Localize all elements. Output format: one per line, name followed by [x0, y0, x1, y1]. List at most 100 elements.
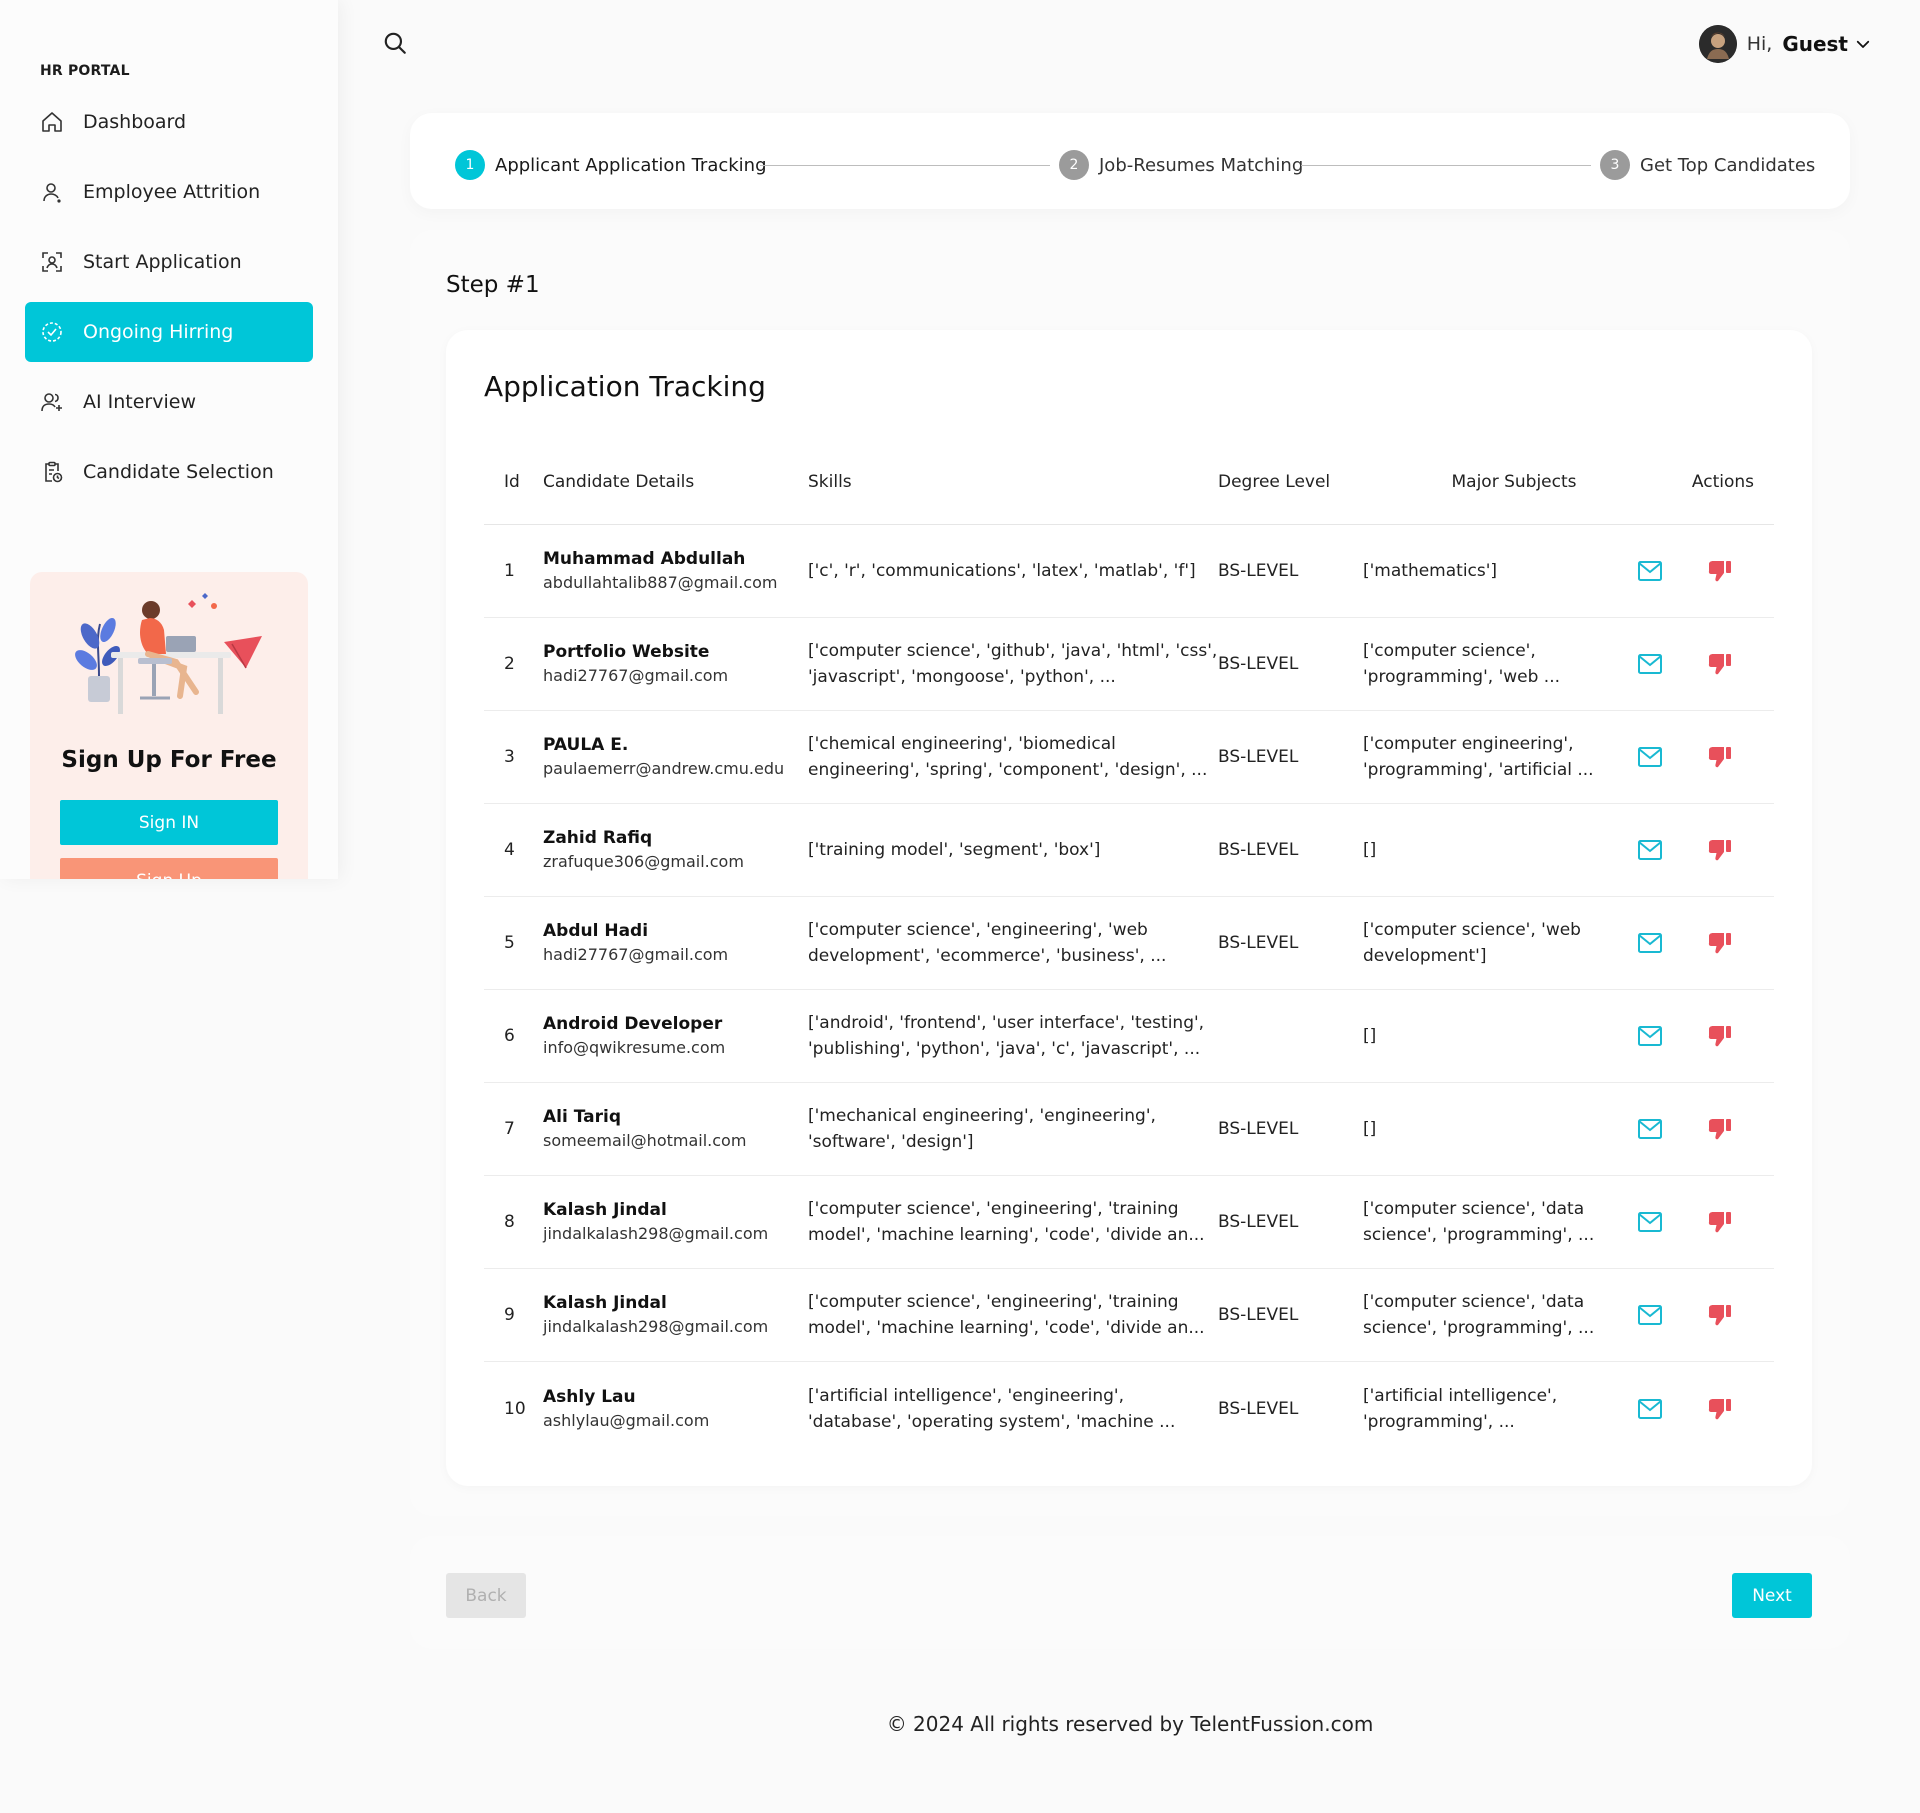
- thumbs-down-icon: [1707, 1024, 1733, 1048]
- step-connector: [760, 165, 1050, 166]
- cell-skills: ['chemical engineering', 'biomedical eng…: [808, 734, 1208, 780]
- cell-id: 2: [504, 654, 515, 674]
- cell-actions: [1625, 556, 1774, 586]
- step-number-badge: 2: [1059, 150, 1089, 180]
- thumbs-down-icon: [1707, 652, 1733, 676]
- candidate-name: Muhammad Abdullah: [543, 549, 746, 569]
- step-label: Job-Resumes Matching: [1099, 154, 1304, 176]
- cell-actions: [1625, 835, 1774, 865]
- cell-actions: [1625, 928, 1774, 958]
- mail-icon: [1637, 746, 1663, 768]
- cell-actions: [1625, 742, 1774, 772]
- reject-candidate-button[interactable]: [1705, 928, 1735, 958]
- mail-icon: [1637, 1304, 1663, 1326]
- cell-major: ['computer science', 'data science', 'pr…: [1363, 1199, 1595, 1245]
- step-2[interactable]: 2 Job-Resumes Matching: [1059, 150, 1303, 180]
- brand-label: HR PORTAL: [40, 63, 130, 79]
- candidate-email: info@qwikresume.com: [543, 1038, 726, 1057]
- promo-title: Sign Up For Free: [61, 747, 277, 773]
- cell-skills: ['artificial intelligence', 'engineering…: [808, 1385, 1176, 1432]
- search-button[interactable]: [382, 30, 410, 58]
- candidate-name: Kalash Jindal: [543, 1293, 667, 1313]
- email-candidate-button[interactable]: [1635, 1114, 1665, 1144]
- cell-actions: [1625, 1207, 1774, 1237]
- column-header-actions: Actions: [1691, 472, 1754, 492]
- mail-icon: [1637, 560, 1663, 582]
- email-candidate-button[interactable]: [1635, 1300, 1665, 1330]
- cell-candidate: Kalash Jindal jindalkalash298@gmail.com: [543, 1291, 808, 1339]
- user-menu[interactable]: Hi, Guest: [1698, 24, 1872, 64]
- reject-candidate-button[interactable]: [1705, 1394, 1735, 1424]
- cell-skills: ['mechanical engineering', 'engineering'…: [808, 1106, 1156, 1152]
- step-title: Step #1: [446, 272, 540, 298]
- chevron-down-icon: [1854, 35, 1872, 53]
- home-icon: [39, 109, 65, 135]
- email-candidate-button[interactable]: [1635, 835, 1665, 865]
- candidate-email: jindalkalash298@gmail.com: [543, 1224, 769, 1243]
- step-content-card: Step #1 Application Tracking Id Candidat…: [410, 230, 1850, 1516]
- candidate-email: someemail@hotmail.com: [543, 1131, 747, 1150]
- candidate-email: abdullahtalib887@gmail.com: [543, 573, 778, 592]
- email-candidate-button[interactable]: [1635, 742, 1665, 772]
- username: Guest: [1782, 32, 1848, 56]
- step-1[interactable]: 1 Applicant Application Tracking: [455, 150, 767, 180]
- reject-candidate-button[interactable]: [1705, 835, 1735, 865]
- sidebar-item-ongoing-hirring[interactable]: Ongoing Hirring: [25, 302, 313, 362]
- candidate-name: Ali Tariq: [543, 1107, 621, 1127]
- cell-candidate: Muhammad Abdullah abdullahtalib887@gmail.…: [543, 547, 808, 595]
- cell-degree: BS-LEVEL: [1218, 1212, 1299, 1232]
- cell-skills: ['training model', 'segment', 'box']: [808, 840, 1101, 860]
- cell-id: 5: [504, 933, 515, 953]
- cell-skills: ['computer science', 'github', 'java', '…: [808, 641, 1218, 687]
- cell-major: ['computer science', 'data science', 'pr…: [1363, 1292, 1595, 1338]
- signup-button[interactable]: Sign Up: [60, 858, 278, 879]
- cell-id: 9: [504, 1305, 515, 1325]
- reject-candidate-button[interactable]: [1705, 1207, 1735, 1237]
- back-button[interactable]: Back: [446, 1573, 526, 1618]
- reject-candidate-button[interactable]: [1705, 1114, 1735, 1144]
- thumbs-down-icon: [1707, 1397, 1733, 1421]
- email-candidate-button[interactable]: [1635, 1394, 1665, 1424]
- cell-major: []: [1363, 1026, 1377, 1046]
- signin-button[interactable]: Sign IN: [60, 800, 278, 845]
- cell-skills: ['android', 'frontend', 'user interface'…: [808, 1013, 1205, 1059]
- face-scan-icon: [39, 249, 65, 275]
- reject-candidate-button[interactable]: [1705, 742, 1735, 772]
- sidebar-item-employee-attrition[interactable]: Employee Attrition: [25, 162, 313, 222]
- next-button[interactable]: Next: [1732, 1573, 1812, 1618]
- thumbs-down-icon: [1707, 931, 1733, 955]
- table-row: 4 Zahid Rafiq zrafuque306@gmail.com ['train…: [484, 804, 1774, 897]
- reject-candidate-button[interactable]: [1705, 1021, 1735, 1051]
- reject-candidate-button[interactable]: [1705, 556, 1735, 586]
- column-header-degree: Degree Level: [1218, 472, 1331, 492]
- email-candidate-button[interactable]: [1635, 1021, 1665, 1051]
- table-row: 1 Muhammad Abdullah abdullahtalib887@gmail…: [484, 525, 1774, 618]
- table-body: 1 Muhammad Abdullah abdullahtalib887@gmail…: [484, 525, 1774, 1455]
- sidebar-item-ai-interview[interactable]: AI Interview: [25, 372, 313, 432]
- email-candidate-button[interactable]: [1635, 1207, 1665, 1237]
- sidebar-item-start-application[interactable]: Start Application: [25, 232, 313, 292]
- mail-icon: [1637, 1118, 1663, 1140]
- cell-degree: BS-LEVEL: [1218, 561, 1299, 581]
- sidebar-item-candidate-selection[interactable]: Candidate Selection: [25, 442, 313, 502]
- thumbs-down-icon: [1707, 745, 1733, 769]
- sidebar-item-label: AI Interview: [83, 391, 196, 413]
- cell-actions: [1625, 1394, 1774, 1424]
- candidate-name: Portfolio Website: [543, 642, 710, 662]
- cell-major: ['computer science', 'programming', 'web…: [1363, 641, 1561, 687]
- step-3[interactable]: 3 Get Top Candidates: [1600, 150, 1815, 180]
- sidebar-item-dashboard[interactable]: Dashboard: [25, 92, 313, 152]
- cell-id: 3: [504, 747, 515, 767]
- column-header-candidate: Candidate Details: [543, 472, 695, 492]
- cell-degree: BS-LEVEL: [1218, 1305, 1299, 1325]
- email-candidate-button[interactable]: [1635, 556, 1665, 586]
- email-candidate-button[interactable]: [1635, 649, 1665, 679]
- cell-candidate: Android Developer info@qwikresume.com: [543, 1012, 808, 1060]
- candidate-name: Abdul Hadi: [543, 921, 649, 941]
- step-number-badge: 3: [1600, 150, 1630, 180]
- reject-candidate-button[interactable]: [1705, 1300, 1735, 1330]
- cell-id: 7: [504, 1119, 515, 1139]
- reject-candidate-button[interactable]: [1705, 649, 1735, 679]
- email-candidate-button[interactable]: [1635, 928, 1665, 958]
- table-title: Application Tracking: [484, 370, 766, 403]
